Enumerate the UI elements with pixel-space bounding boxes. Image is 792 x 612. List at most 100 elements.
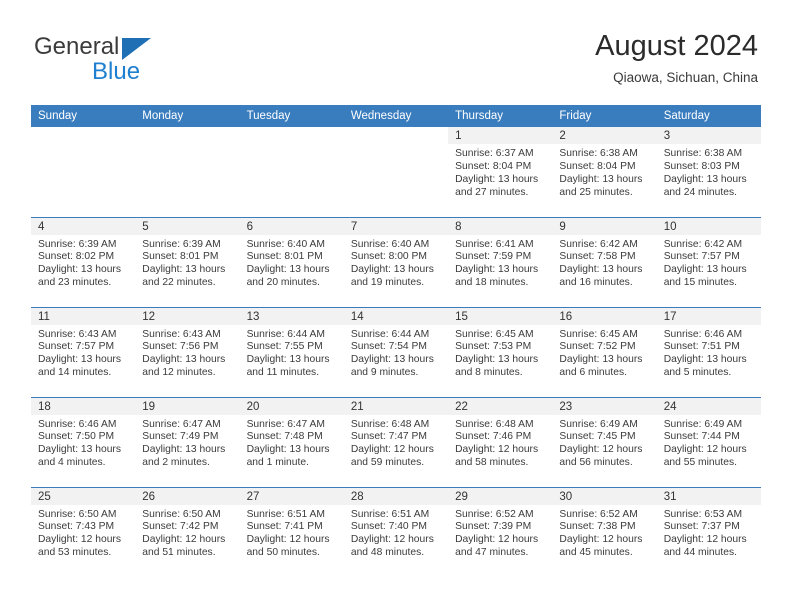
calendar-day-cell[interactable]: 26 Sunrise: 6:50 AM Sunset: 7:42 PM Dayligh… <box>135 486 240 577</box>
daylight-text-line2: and 47 minutes. <box>455 547 529 559</box>
day-sun-info: Sunrise: 6:38 AM Sunset: 8:04 PM Daylight:… <box>552 144 656 200</box>
sunrise-text: Sunrise: 6:43 AM <box>142 328 221 340</box>
calendar-day-cell[interactable]: 23 Sunrise: 6:49 AM Sunset: 7:45 PM Dayligh… <box>552 396 657 487</box>
calendar-day-cell[interactable]: 17 Sunrise: 6:46 AM Sunset: 7:51 PM Dayligh… <box>656 306 761 397</box>
daylight-text-line2: and 16 minutes. <box>559 277 633 289</box>
calendar-day-cell[interactable]: 7 Sunrise: 6:40 AM Sunset: 8:00 PM Daylight… <box>343 216 449 307</box>
daylight-text-line2: and 24 minutes. <box>663 186 737 198</box>
calendar-day-cell[interactable]: 12 Sunrise: 6:43 AM Sunset: 7:56 PM Dayligh… <box>135 306 240 397</box>
sunrise-text: Sunrise: 6:42 AM <box>663 238 743 250</box>
calendar-week-row: 4 Sunrise: 6:39 AM Sunset: 8:02 PM Daylight… <box>31 216 761 307</box>
calendar-day-cell[interactable]: 25 Sunrise: 6:50 AM Sunset: 7:43 PM Dayligh… <box>31 486 136 577</box>
weekday-header-wednesday: Wednesday <box>343 105 449 127</box>
daylight-text-line1: Daylight: 13 hours <box>559 173 643 185</box>
day-number: 1 <box>448 127 553 144</box>
day-number: 13 <box>239 307 344 325</box>
calendar-day-cell[interactable]: 11 Sunrise: 6:43 AM Sunset: 7:57 PM Dayligh… <box>31 306 136 397</box>
sunrise-text: Sunrise: 6:47 AM <box>142 418 221 430</box>
calendar-day-cell[interactable]: 14 Sunrise: 6:44 AM Sunset: 7:54 PM Dayligh… <box>343 306 449 397</box>
sunrise-text: Sunrise: 6:39 AM <box>38 238 117 250</box>
daylight-text-line1: Daylight: 13 hours <box>246 354 330 366</box>
calendar-day-cell[interactable]: 29 Sunrise: 6:52 AM Sunset: 7:39 PM Dayligh… <box>448 486 553 577</box>
day-sun-info: Sunrise: 6:45 AM Sunset: 7:53 PM Daylight:… <box>448 325 552 381</box>
sunset-text: Sunset: 7:53 PM <box>455 341 532 353</box>
daylight-text-line1: Daylight: 13 hours <box>663 264 747 276</box>
day-number: 24 <box>656 397 761 415</box>
sunrise-text: Sunrise: 6:40 AM <box>246 238 325 250</box>
calendar-page: General Blue August 2024 Qiaowa, Sichuan… <box>0 0 792 612</box>
day-number: 4 <box>31 217 136 235</box>
calendar-day-cell[interactable]: 1 Sunrise: 6:37 AM Sunset: 8:04 PM Daylight… <box>448 127 553 217</box>
calendar-day-cell[interactable]: 5 Sunrise: 6:39 AM Sunset: 8:01 PM Daylight… <box>135 216 240 307</box>
calendar-day-cell[interactable]: 19 Sunrise: 6:47 AM Sunset: 7:49 PM Dayligh… <box>135 396 240 487</box>
day-number: 22 <box>448 397 553 415</box>
daylight-text-line1: Daylight: 13 hours <box>38 354 121 366</box>
day-sun-info: Sunrise: 6:51 AM Sunset: 7:41 PM Daylight:… <box>240 505 344 561</box>
calendar-day-cell[interactable]: 15 Sunrise: 6:45 AM Sunset: 7:53 PM Dayligh… <box>448 306 553 397</box>
day-number: 15 <box>448 307 553 325</box>
sunrise-text: Sunrise: 6:47 AM <box>246 418 325 430</box>
daylight-text-line1: Daylight: 12 hours <box>350 444 434 456</box>
calendar-day-cell[interactable]: 10 Sunrise: 6:42 AM Sunset: 7:57 PM Dayligh… <box>656 216 761 307</box>
daylight-text-line2: and 14 minutes. <box>38 367 112 379</box>
daylight-text-line2: and 22 minutes. <box>142 277 216 289</box>
daylight-text-line1: Daylight: 13 hours <box>663 354 747 366</box>
day-number: 29 <box>448 487 553 505</box>
daylight-text-line1: Daylight: 12 hours <box>559 444 643 456</box>
daylight-text-line1: Daylight: 12 hours <box>350 534 434 546</box>
sunrise-text: Sunrise: 6:50 AM <box>38 508 117 520</box>
daylight-text-line2: and 6 minutes. <box>559 367 627 379</box>
sunrise-text: Sunrise: 6:41 AM <box>455 238 534 250</box>
calendar-day-cell[interactable]: 30 Sunrise: 6:52 AM Sunset: 7:38 PM Dayligh… <box>552 486 657 577</box>
daylight-text-line1: Daylight: 12 hours <box>246 534 330 546</box>
sunrise-text: Sunrise: 6:46 AM <box>38 418 117 430</box>
calendar-day-cell[interactable]: 24 Sunrise: 6:49 AM Sunset: 7:44 PM Dayligh… <box>656 396 761 487</box>
daylight-text-line2: and 51 minutes. <box>142 547 216 559</box>
day-number: 14 <box>343 307 449 325</box>
daylight-text-line2: and 58 minutes. <box>455 457 529 469</box>
brand-name-general: General <box>34 33 120 60</box>
daylight-text-line1: Daylight: 12 hours <box>559 534 643 546</box>
calendar-day-cell[interactable]: 20 Sunrise: 6:47 AM Sunset: 7:48 PM Dayligh… <box>239 396 344 487</box>
day-number: 10 <box>656 217 761 235</box>
calendar-day-cell[interactable]: 13 Sunrise: 6:44 AM Sunset: 7:55 PM Dayligh… <box>239 306 344 397</box>
calendar-day-cell-empty <box>343 127 449 217</box>
daylight-text-line2: and 23 minutes. <box>38 277 112 289</box>
calendar-day-cell[interactable]: 16 Sunrise: 6:45 AM Sunset: 7:52 PM Dayligh… <box>552 306 657 397</box>
day-sun-info: Sunrise: 6:50 AM Sunset: 7:43 PM Daylight:… <box>31 505 135 561</box>
sunrise-text: Sunrise: 6:42 AM <box>559 238 638 250</box>
sunset-text: Sunset: 7:43 PM <box>38 521 115 533</box>
sunrise-text: Sunrise: 6:44 AM <box>246 328 325 340</box>
day-sun-info: Sunrise: 6:49 AM Sunset: 7:44 PM Daylight:… <box>657 415 761 471</box>
sunset-text: Sunset: 8:01 PM <box>246 251 323 263</box>
sunrise-text: Sunrise: 6:48 AM <box>455 418 534 430</box>
daylight-text-line1: Daylight: 13 hours <box>455 173 539 185</box>
sunset-text: Sunset: 8:01 PM <box>142 251 219 263</box>
day-sun-info: Sunrise: 6:48 AM Sunset: 7:46 PM Daylight:… <box>448 415 552 471</box>
day-number: 7 <box>343 217 449 235</box>
calendar-day-cell[interactable]: 31 Sunrise: 6:53 AM Sunset: 7:37 PM Dayligh… <box>656 486 761 577</box>
sunset-text: Sunset: 7:52 PM <box>559 341 636 353</box>
day-sun-info: Sunrise: 6:42 AM Sunset: 7:58 PM Daylight:… <box>552 235 656 291</box>
calendar-day-cell[interactable]: 22 Sunrise: 6:48 AM Sunset: 7:46 PM Dayligh… <box>448 396 553 487</box>
calendar-day-cell[interactable]: 27 Sunrise: 6:51 AM Sunset: 7:41 PM Dayligh… <box>239 486 344 577</box>
sunrise-text: Sunrise: 6:38 AM <box>559 148 638 159</box>
calendar-day-cell[interactable]: 6 Sunrise: 6:40 AM Sunset: 8:01 PM Daylight… <box>239 216 344 307</box>
calendar-day-cell[interactable]: 3 Sunrise: 6:38 AM Sunset: 8:03 PM Daylight… <box>656 127 761 217</box>
weekday-header-friday: Friday <box>552 105 657 127</box>
day-number: 28 <box>343 487 449 505</box>
calendar-day-cell[interactable]: 9 Sunrise: 6:42 AM Sunset: 7:58 PM Daylight… <box>552 216 657 307</box>
calendar-day-cell[interactable]: 2 Sunrise: 6:38 AM Sunset: 8:04 PM Daylight… <box>552 127 657 217</box>
calendar-day-cell[interactable]: 4 Sunrise: 6:39 AM Sunset: 8:02 PM Daylight… <box>31 216 136 307</box>
calendar-day-cell[interactable]: 28 Sunrise: 6:51 AM Sunset: 7:40 PM Dayligh… <box>343 486 449 577</box>
calendar-day-cell[interactable]: 8 Sunrise: 6:41 AM Sunset: 7:59 PM Daylight… <box>448 216 553 307</box>
weekday-header-row: Sunday Monday Tuesday Wednesday Thursday… <box>31 105 761 127</box>
sunset-text: Sunset: 7:40 PM <box>350 521 427 533</box>
brand-logo[interactable]: General Blue <box>34 34 244 94</box>
daylight-text-line2: and 59 minutes. <box>350 457 425 469</box>
day-sun-info: Sunrise: 6:44 AM Sunset: 7:54 PM Daylight:… <box>344 325 448 381</box>
sunrise-text: Sunrise: 6:44 AM <box>350 328 430 340</box>
calendar-day-cell[interactable]: 21 Sunrise: 6:48 AM Sunset: 7:47 PM Dayligh… <box>343 396 449 487</box>
sunset-text: Sunset: 7:46 PM <box>455 431 532 443</box>
calendar-day-cell[interactable]: 18 Sunrise: 6:46 AM Sunset: 7:50 PM Dayligh… <box>31 396 136 487</box>
